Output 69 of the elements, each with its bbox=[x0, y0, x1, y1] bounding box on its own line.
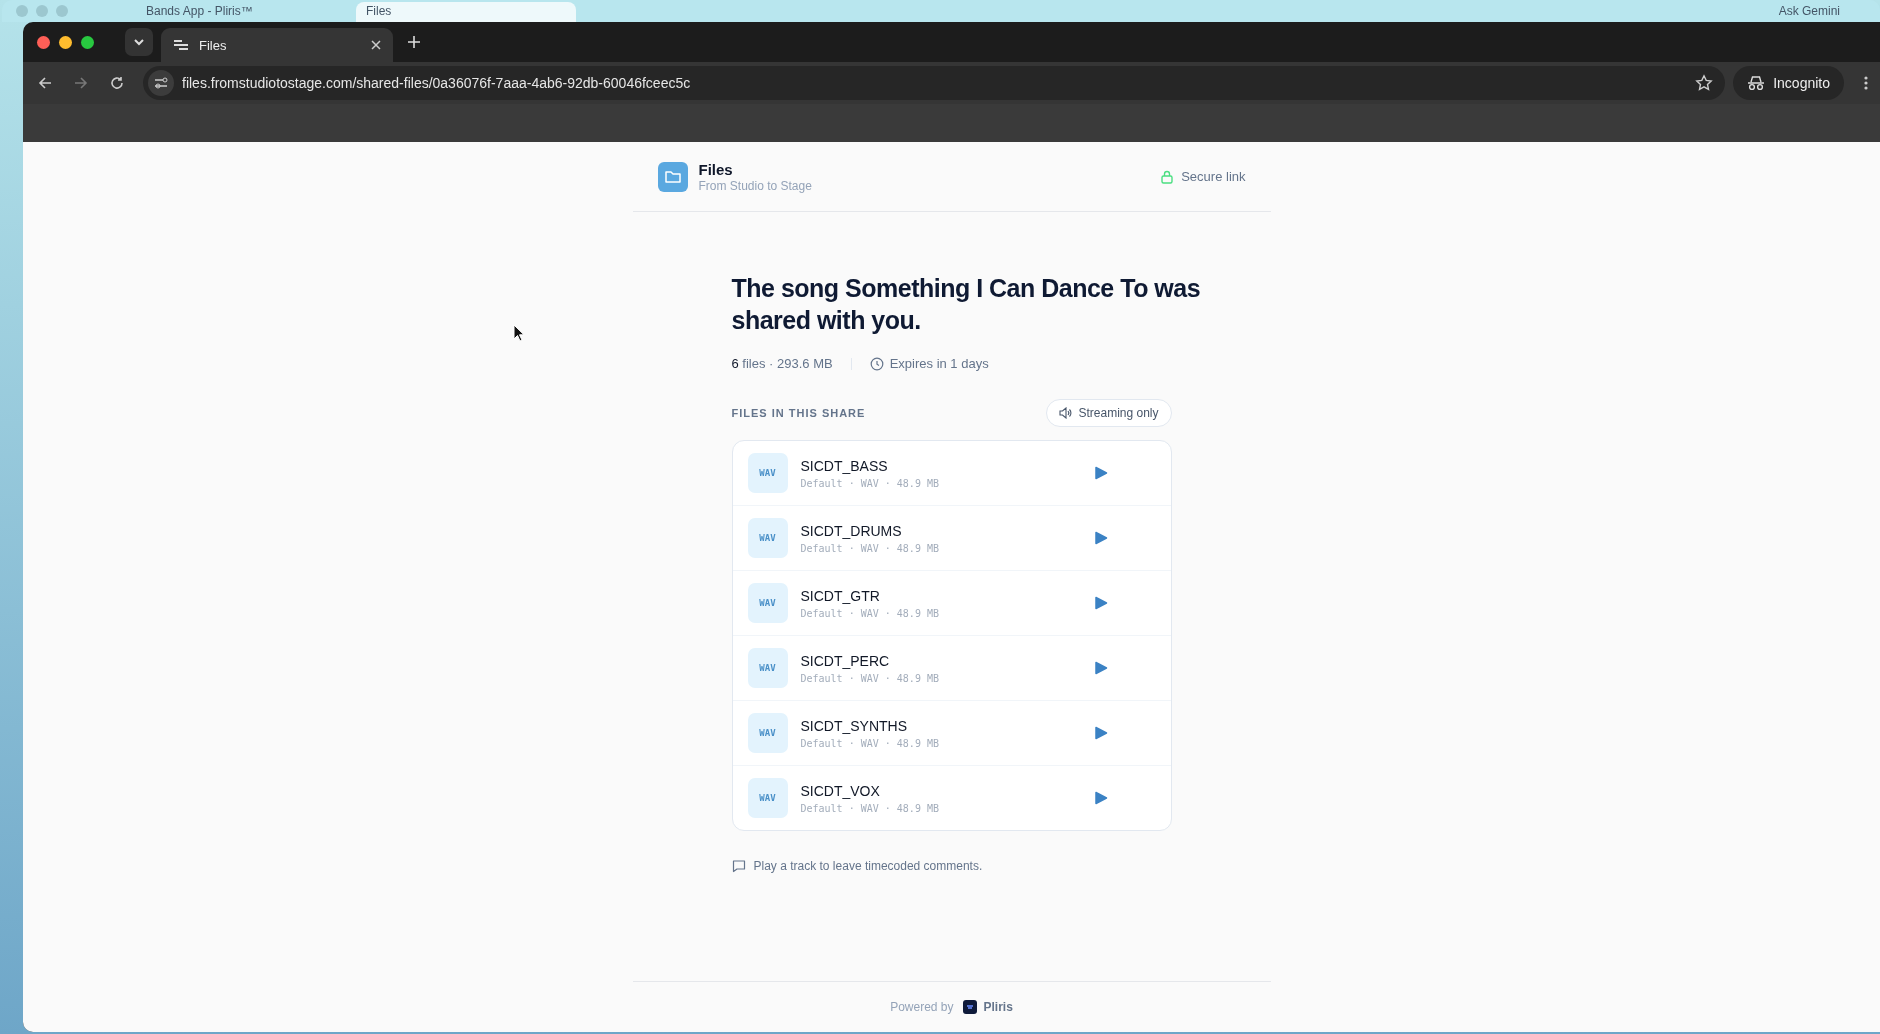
comment-hint: Play a track to leave timecoded comments. bbox=[753, 859, 983, 873]
file-details: Default · WAV · 48.9 MB bbox=[800, 802, 940, 814]
mouse-cursor-icon bbox=[513, 324, 525, 342]
forward-icon[interactable] bbox=[73, 75, 89, 91]
comment-icon bbox=[731, 859, 746, 873]
chevron-icon bbox=[133, 38, 145, 46]
expiry-text: Expires in 1 days bbox=[889, 356, 989, 371]
background-tab[interactable]: Bands App - Pliris™ bbox=[136, 4, 356, 19]
file-row[interactable]: WAV SICDT_GTR Default · WAV · 48.9 MB bbox=[732, 570, 1171, 635]
streaming-only-button[interactable]: Streaming only bbox=[1046, 399, 1172, 427]
file-type-badge: WAV bbox=[747, 778, 788, 818]
sliders-icon bbox=[173, 39, 189, 51]
share-summary: 6 files · 293.6 MB bbox=[731, 356, 833, 371]
file-type-badge: WAV bbox=[747, 518, 788, 558]
file-name: SICDT_VOX bbox=[800, 782, 881, 799]
file-type-badge: WAV bbox=[747, 713, 788, 753]
bookmark-star-icon[interactable] bbox=[1695, 74, 1714, 92]
lock-icon bbox=[1160, 169, 1175, 184]
file-type-badge: WAV bbox=[747, 453, 788, 493]
file-name: SICDT_GTR bbox=[800, 587, 881, 604]
back-icon[interactable] bbox=[37, 75, 53, 91]
play-icon[interactable] bbox=[1093, 791, 1108, 805]
new-tab-icon[interactable] bbox=[407, 35, 421, 49]
incognito-icon bbox=[1747, 75, 1766, 91]
file-row[interactable]: WAV SICDT_SYNTHS Default · WAV · 48.9 MB bbox=[732, 700, 1171, 765]
play-icon[interactable] bbox=[1093, 726, 1108, 740]
file-details: Default · WAV · 48.9 MB bbox=[800, 477, 940, 489]
window-minimize-button[interactable] bbox=[59, 35, 72, 49]
file-row[interactable]: WAV SICDT_DRUMS Default · WAV · 48.9 MB bbox=[732, 505, 1171, 570]
file-name: SICDT_BASS bbox=[800, 457, 889, 474]
window-zoom-button[interactable] bbox=[81, 35, 94, 49]
play-icon[interactable] bbox=[1093, 661, 1108, 675]
brand-logo-icon bbox=[962, 1000, 977, 1014]
close-icon[interactable] bbox=[371, 40, 381, 50]
site-settings-icon[interactable] bbox=[148, 70, 174, 96]
window-close-button[interactable] bbox=[37, 35, 50, 49]
file-details: Default · WAV · 48.9 MB bbox=[800, 542, 940, 554]
play-icon[interactable] bbox=[1093, 466, 1108, 480]
app-title: Files bbox=[698, 160, 734, 178]
file-row[interactable]: WAV SICDT_PERC Default · WAV · 48.9 MB bbox=[732, 635, 1171, 700]
browser-tab[interactable]: Files bbox=[161, 28, 393, 62]
file-type-badge: WAV bbox=[747, 583, 788, 623]
play-icon[interactable] bbox=[1093, 531, 1108, 545]
file-details: Default · WAV · 48.9 MB bbox=[800, 672, 940, 684]
secure-link-label: Secure link bbox=[1181, 169, 1246, 184]
speaker-icon bbox=[1059, 407, 1073, 419]
app-subtitle: From Studio to Stage bbox=[698, 178, 812, 193]
file-type-badge: WAV bbox=[747, 648, 788, 688]
share-title: The song Something I Can Dance To was shared with you. bbox=[731, 273, 1202, 336]
gemini-button[interactable]: Ask Gemini bbox=[1778, 4, 1840, 19]
tab-list-button[interactable] bbox=[125, 28, 153, 56]
file-row[interactable]: WAV SICDT_BASS Default · WAV · 48.9 MB bbox=[732, 441, 1171, 505]
play-icon[interactable] bbox=[1093, 596, 1108, 610]
file-details: Default · WAV · 48.9 MB bbox=[800, 607, 940, 619]
file-row[interactable]: WAV SICDT_VOX Default · WAV · 48.9 MB bbox=[732, 765, 1171, 830]
file-name: SICDT_SYNTHS bbox=[800, 717, 909, 734]
brand-name: Pliris bbox=[983, 1000, 1013, 1014]
background-tab[interactable]: Files bbox=[356, 2, 576, 22]
file-name: SICDT_PERC bbox=[800, 652, 891, 669]
section-label: FILES IN THIS SHARE bbox=[731, 407, 866, 419]
incognito-badge[interactable]: Incognito bbox=[1733, 66, 1844, 100]
powered-by-label: Powered by bbox=[890, 1000, 954, 1014]
clock-icon bbox=[869, 356, 884, 371]
address-bar[interactable]: files.fromstudiotostage.com/shared-files/0a36076f-7aaa-4ab6-92db-60046fceec5c bbox=[143, 66, 1726, 100]
folder-app-icon bbox=[657, 161, 688, 192]
reload-icon[interactable] bbox=[109, 75, 125, 91]
file-name: SICDT_DRUMS bbox=[800, 522, 903, 539]
menu-icon[interactable] bbox=[1864, 75, 1868, 91]
file-details: Default · WAV · 48.9 MB bbox=[800, 737, 940, 749]
